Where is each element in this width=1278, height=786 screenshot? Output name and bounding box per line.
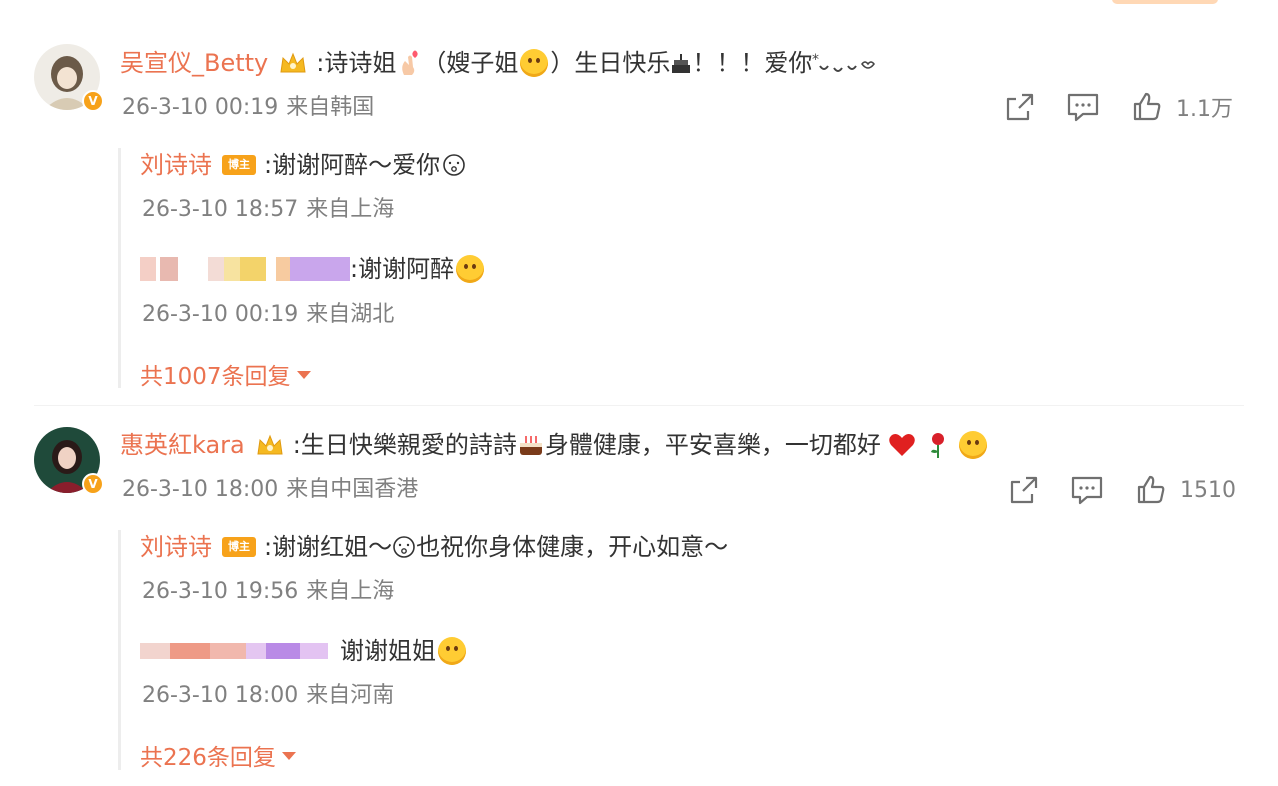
comment-icon[interactable] [1066,91,1100,123]
surprised-face-icon [393,536,415,558]
reply-username-masked[interactable] [140,643,328,659]
reply-meta: 26-3-10 18:57 来自上海 [142,195,394,225]
reply-line: 刘诗诗 博主 :谢谢阿醉～爱你 [140,149,466,181]
comment-text: :诗诗姐 [316,49,397,77]
reply-username[interactable]: 刘诗诗 [140,531,212,563]
comment-actions: 1510 [1008,474,1236,506]
comment-time: 26-3-10 00:19 [122,95,279,120]
reply-meta: 26-3-10 18:00 来自河南 [142,681,394,711]
reply-username-masked[interactable] [140,257,350,281]
more-replies-link[interactable]: 共226条回复 [140,738,296,772]
reply-location: 来自上海 [306,579,395,604]
verified-v-icon: V [82,90,104,112]
more-replies-link[interactable]: 共1007条回复 [140,357,311,391]
reply-line: 谢谢姐姐 [140,635,468,667]
like-count: 1510 [1180,477,1236,503]
more-replies-label: 共1007条回复 [140,364,291,390]
comment-text-continued: ！！！爱你 [692,49,813,77]
kissing-emoji-icon [438,637,466,665]
comment-text: :生日快樂親愛的詩詩 [292,431,517,459]
reply-meta: 26-3-10 00:19 来自湖北 [142,300,394,330]
reply-text-continued: 也祝你身体健康，开心如意～ [416,533,729,561]
comment-line: 吴宣仪_Betty :诗诗姐 （嫂子姐 ）生日快乐 ！！！爱你 * [120,47,876,79]
reply-thread-divider [118,148,121,388]
reply-text: :谢谢阿醉 [350,255,455,283]
birthday-cake-emoji-icon [519,436,542,455]
comment-username[interactable]: 吴宣仪_Betty [120,47,268,79]
reply-location: 来自上海 [306,197,395,222]
comment-line: 惠英紅kara :生日快樂親愛的詩詩 身體健康，平安喜樂，一切都好 [120,429,989,461]
finger-heart-emoji-icon [402,50,419,75]
more-replies-label: 共226条回复 [140,745,276,771]
share-icon[interactable] [1004,91,1036,123]
like-count: 1.1万 [1176,97,1233,122]
comment-time: 26-3-10 18:00 [122,477,279,502]
reply-meta: 26-3-10 19:56 来自上海 [142,577,394,607]
red-heart-icon [889,434,915,456]
reply-time: 26-3-10 00:19 [142,302,299,327]
reply-text: :谢谢红姐～ [264,533,393,561]
comment-actions: 1.1万 [1004,91,1233,123]
crown-icon [280,52,306,73]
reply-time: 26-3-10 19:56 [142,579,299,604]
blogger-badge: 博主 [222,537,256,557]
surprised-face-icon [443,154,465,176]
like-icon[interactable] [1132,91,1162,123]
share-icon[interactable] [1008,474,1040,506]
hugging-face-emoji-icon [958,431,987,459]
cake-emoji-icon [672,54,691,73]
comment-meta: 26-3-10 18:00 来自中国香港 [122,475,418,505]
reply-text: 谢谢姐姐 [340,637,436,665]
reply-time: 26-3-10 18:00 [142,683,299,708]
reply-line: 刘诗诗 博主 :谢谢红姐～ 也祝你身体健康，开心如意～ [140,531,728,563]
reply-thread-divider [118,530,121,770]
comment-meta: 26-3-10 00:19 来自韩国 [122,93,374,123]
reply-time: 26-3-10 18:57 [142,197,299,222]
laughing-emoji-icon [456,255,485,283]
reply-location: 来自河南 [306,683,395,708]
comment-location: 来自中国香港 [286,477,419,502]
avatar[interactable]: V [34,427,104,495]
svg-text:*: * [812,52,819,68]
reply-text: :谢谢阿醉～爱你 [264,151,441,179]
comment-location: 来自韩国 [286,95,375,120]
caret-down-icon [281,752,296,760]
comment-username[interactable]: 惠英紅kara [120,429,245,461]
reply-location: 来自湖北 [306,302,395,327]
crown-icon [257,434,283,455]
comment-text-continued: 身體健康，平安喜樂，一切都好 [544,431,881,459]
like-icon[interactable] [1136,474,1166,506]
blogger-badge: 博主 [222,155,256,175]
rose-icon [930,433,944,458]
avatar[interactable]: V [34,44,104,112]
comment-text-continued: （嫂子姐 [422,49,519,77]
comment-icon[interactable] [1070,474,1104,506]
kaomoji-icon: * [812,52,876,72]
caret-down-icon [296,371,311,379]
comment-divider [34,405,1244,406]
comment-text-continued: ）生日快乐 [550,49,671,77]
reply-username[interactable]: 刘诗诗 [140,149,212,181]
verified-v-icon: V [82,473,104,495]
top-pill-decoration [1112,0,1218,4]
blush-emoji-icon [520,49,549,77]
reply-line: :谢谢阿醉 [140,253,486,285]
